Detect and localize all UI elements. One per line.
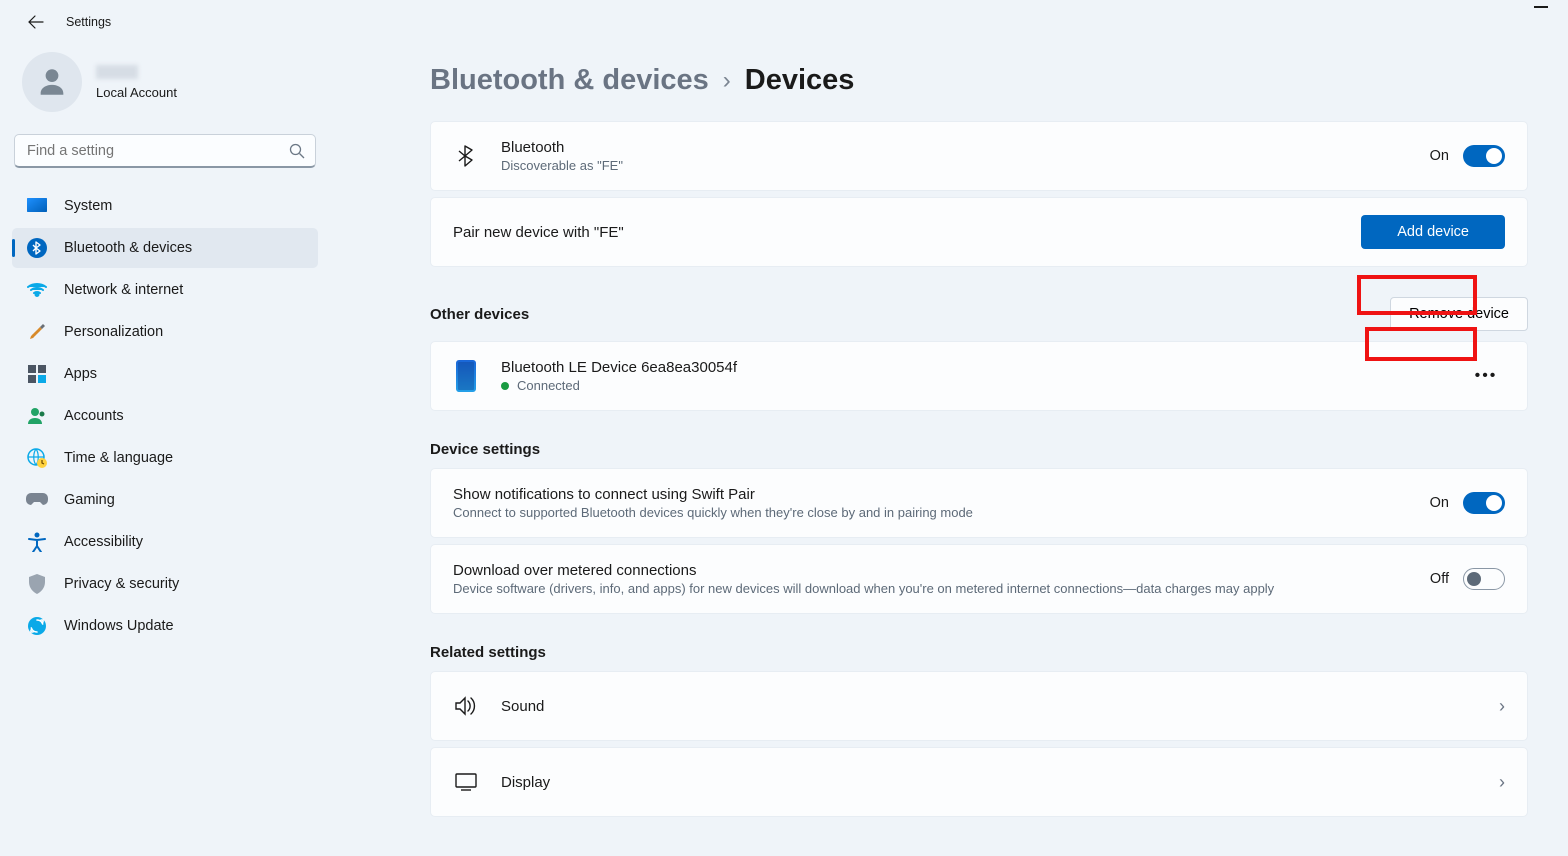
nav-network[interactable]: Network & internet (12, 270, 318, 310)
nav-label: Personalization (64, 324, 163, 340)
search-icon (288, 142, 306, 160)
nav-label: Bluetooth & devices (64, 240, 192, 256)
swift-state-label: On (1430, 495, 1449, 511)
display-link-card[interactable]: Display › (430, 747, 1528, 817)
update-icon (26, 615, 48, 637)
display-icon (453, 773, 479, 791)
bluetooth-title: Bluetooth (501, 139, 1430, 156)
nav-bluetooth-devices[interactable]: Bluetooth & devices (12, 228, 318, 268)
bluetooth-sub: Discoverable as "FE" (501, 158, 1430, 173)
other-device-card: Bluetooth LE Device 6ea8ea30054f Connect… (430, 341, 1528, 411)
metered-card: Download over metered connections Device… (430, 544, 1528, 614)
arrow-left-icon (28, 14, 44, 30)
swift-sub: Connect to supported Bluetooth devices q… (453, 505, 1430, 520)
nav-system[interactable]: System (12, 186, 318, 226)
swift-toggle[interactable] (1463, 492, 1505, 514)
device-more-button[interactable]: ••• (1467, 359, 1505, 393)
shield-icon (26, 573, 48, 595)
avatar (22, 52, 82, 112)
nav-label: Gaming (64, 492, 115, 508)
gamepad-icon (26, 489, 48, 511)
breadcrumb: Bluetooth & devices › Devices (430, 64, 1528, 97)
device-status-line: Connected (501, 378, 1467, 393)
nav-accounts[interactable]: Accounts (12, 396, 318, 436)
person-icon (35, 65, 69, 99)
pair-card: Pair new device with "FE" Add device (430, 197, 1528, 267)
nav-label: Apps (64, 366, 97, 382)
window-minimize[interactable] (1534, 6, 1548, 8)
phone-icon (453, 360, 479, 392)
swift-pair-card: Show notifications to connect using Swif… (430, 468, 1528, 538)
sound-link-card[interactable]: Sound › (430, 671, 1528, 741)
device-name: Bluetooth LE Device 6ea8ea30054f (501, 359, 1467, 376)
add-device-button[interactable]: Add device (1361, 215, 1505, 249)
metered-toggle[interactable] (1463, 568, 1505, 590)
system-icon (26, 195, 48, 217)
nav-personalization[interactable]: Personalization (12, 312, 318, 352)
nav-label: Network & internet (64, 282, 183, 298)
apps-icon (26, 363, 48, 385)
nav-windows-update[interactable]: Windows Update (12, 606, 318, 646)
bluetooth-card: Bluetooth Discoverable as "FE" On (430, 121, 1528, 191)
device-settings-header: Device settings (430, 441, 540, 458)
app-title: Settings (66, 15, 111, 29)
metered-state-label: Off (1430, 571, 1449, 587)
accounts-icon (26, 405, 48, 427)
bluetooth-state-label: On (1430, 148, 1449, 164)
pair-title: Pair new device with "FE" (453, 224, 1361, 241)
search-box[interactable] (14, 134, 316, 168)
accessibility-icon (26, 531, 48, 553)
nav-apps[interactable]: Apps (12, 354, 318, 394)
metered-title: Download over metered connections (453, 562, 1430, 579)
minimize-icon (1534, 6, 1548, 8)
profile-block[interactable]: Local Account (12, 48, 318, 128)
titlebar: Settings (0, 0, 1568, 44)
back-button[interactable] (20, 6, 52, 38)
bluetooth-toggle[interactable] (1463, 145, 1505, 167)
chevron-right-icon: › (1499, 772, 1505, 793)
remove-device-button[interactable]: Remove device (1390, 297, 1528, 331)
other-devices-header: Other devices (430, 306, 529, 323)
nav-label: Privacy & security (64, 576, 179, 592)
nav-label: Time & language (64, 450, 173, 466)
nav-label: Accounts (64, 408, 124, 424)
metered-sub: Device software (drivers, info, and apps… (453, 581, 1430, 596)
sidebar: Local Account System Bluetooth & devices… (0, 44, 330, 856)
main-pane: Bluetooth & devices › Devices Bluetooth … (330, 44, 1568, 856)
nav-label: System (64, 198, 112, 214)
bluetooth-icon (453, 145, 479, 167)
search-input[interactable] (14, 134, 316, 168)
nav-label: Accessibility (64, 534, 143, 550)
swift-title: Show notifications to connect using Swif… (453, 486, 1430, 503)
user-account-type: Local Account (96, 85, 177, 100)
nav-accessibility[interactable]: Accessibility (12, 522, 318, 562)
user-name-redacted (96, 65, 138, 79)
breadcrumb-parent[interactable]: Bluetooth & devices (430, 64, 709, 97)
nav-list: System Bluetooth & devices Network & int… (12, 186, 318, 646)
status-dot-icon (501, 382, 509, 390)
breadcrumb-current: Devices (745, 64, 855, 97)
bluetooth-icon (26, 237, 48, 259)
chevron-right-icon: › (1499, 696, 1505, 717)
wifi-icon (26, 279, 48, 301)
globe-clock-icon (26, 447, 48, 469)
sound-icon (453, 696, 479, 716)
related-settings-header: Related settings (430, 644, 546, 661)
display-label: Display (501, 774, 1499, 791)
device-status: Connected (517, 378, 580, 393)
chevron-right-icon: › (723, 67, 731, 95)
nav-time-language[interactable]: Time & language (12, 438, 318, 478)
nav-label: Windows Update (64, 618, 174, 634)
nav-privacy[interactable]: Privacy & security (12, 564, 318, 604)
sound-label: Sound (501, 698, 1499, 715)
paintbrush-icon (26, 321, 48, 343)
nav-gaming[interactable]: Gaming (12, 480, 318, 520)
